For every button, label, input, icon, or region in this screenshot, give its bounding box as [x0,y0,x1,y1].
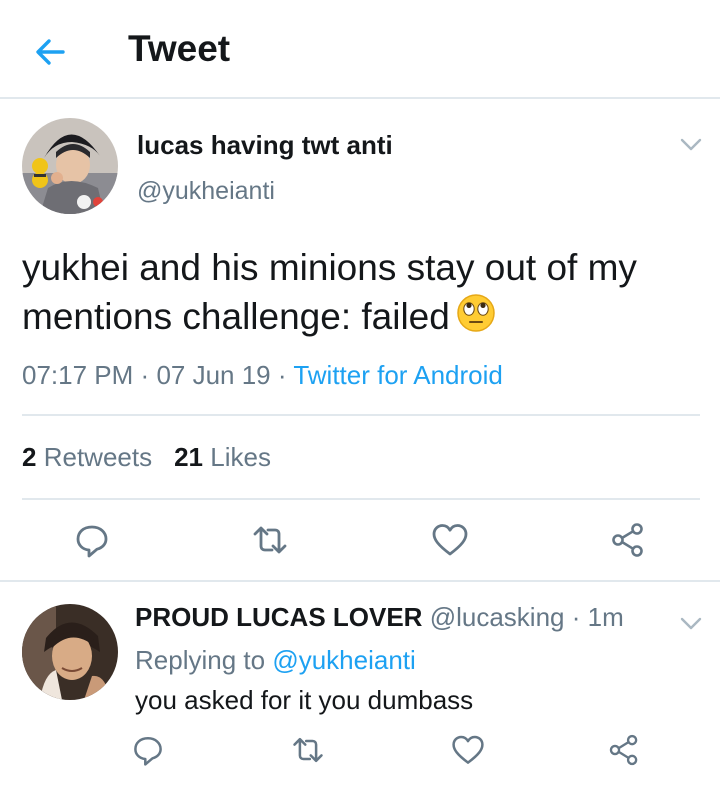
reply-handle[interactable]: @lucasking [430,602,565,632]
reply-display-name[interactable]: PROUD LUCAS LOVER [135,602,422,632]
face-with-rolling-eyes-icon [456,293,496,345]
retweets-count: 2 [22,442,37,472]
like-icon[interactable] [430,520,470,560]
divider [22,498,700,500]
tweet-time: 07:17 PM [22,360,134,390]
chevron-down-icon[interactable] [678,131,704,157]
tweet-meta: 07:17 PM · 07 Jun 19 · Twitter for Andro… [22,360,503,391]
reply-tweet[interactable]: PROUD LUCAS LOVER @lucasking · 1m Replyi… [0,582,720,791]
tweet-date: 07 Jun 19 [156,360,271,390]
like-icon[interactable] [450,732,486,768]
reply-icon[interactable] [130,732,166,768]
retweet-icon[interactable] [250,520,290,560]
meta-separator: · [571,602,581,632]
retweets-stat[interactable]: 2 Retweets [22,442,152,472]
divider [22,414,700,416]
tweet-source-link[interactable]: Twitter for Android [293,360,503,390]
retweets-label: Retweets [43,442,153,472]
likes-label: Likes [210,442,271,472]
reply-text: you asked for it you dumbass [135,685,474,715]
share-icon[interactable] [606,732,642,768]
reply-header: PROUD LUCAS LOVER @lucasking · 1m [135,602,624,633]
likes-stat[interactable]: 21 Likes [174,442,271,472]
share-icon[interactable] [608,520,648,560]
user-handle[interactable]: @yukheianti [137,177,275,206]
chevron-down-icon[interactable] [678,610,704,636]
page-title: Tweet [128,28,231,69]
display-name[interactable]: lucas having twt anti [137,130,393,161]
retweet-icon[interactable] [290,732,326,768]
reply-time: 1m [587,602,624,632]
meta-separator: · [140,360,150,390]
tweet-text-body: yukhei and his minions stay out of my me… [22,247,637,337]
meta-separator: · [277,360,287,390]
main-tweet: lucas having twt anti @yukheianti yukhei… [0,101,720,582]
replying-mention-link[interactable]: @yukheianti [272,645,415,675]
avatar[interactable] [22,604,118,700]
replying-prefix: Replying to [135,645,266,675]
tweet-stats: 2 Retweets 21 Likes [22,442,271,473]
top-bar: Tweet [0,0,720,99]
arrow-left-icon[interactable] [30,32,70,72]
tweet-text: yukhei and his minions stay out of my me… [22,243,702,345]
replying-to: Replying to @yukheianti [135,645,416,676]
reply-icon[interactable] [72,520,112,560]
likes-count: 21 [174,442,204,472]
avatar[interactable] [22,118,118,214]
